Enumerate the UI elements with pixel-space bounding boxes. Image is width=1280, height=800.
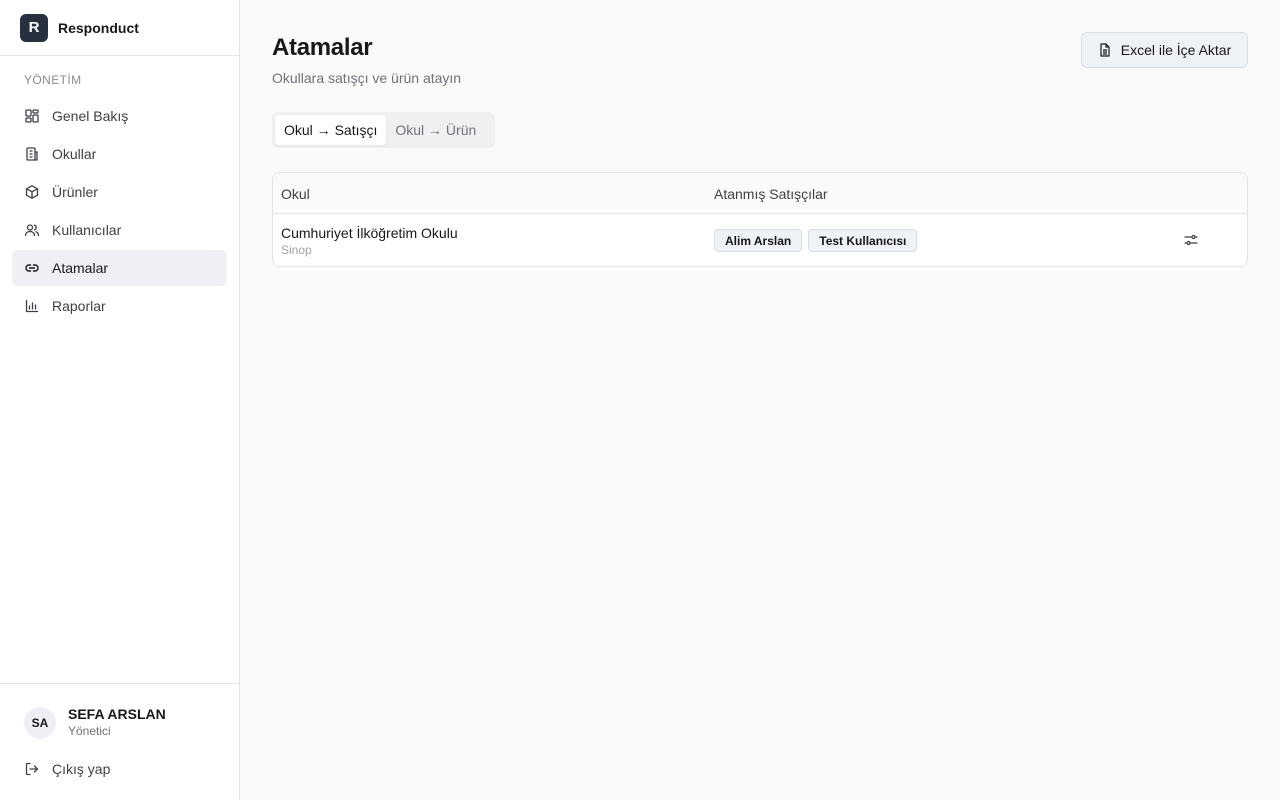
sidebar-item-label: Okullar <box>52 146 97 162</box>
avatar: SA <box>24 707 56 739</box>
sliders-icon <box>1184 234 1198 246</box>
user-name: SEFA ARSLAN <box>68 706 166 722</box>
main-content: Atamalar Okullara satışçı ve ürün atayın… <box>240 0 1280 800</box>
edit-assignment-button[interactable] <box>1181 230 1201 250</box>
package-icon <box>25 185 39 199</box>
dashboard-icon <box>25 109 39 123</box>
sidebar-item-schools[interactable]: Okullar <box>12 136 227 172</box>
bar-chart-icon <box>25 299 39 313</box>
user-profile[interactable]: SA SEFA ARSLAN Yönetici <box>24 706 166 740</box>
brand-name: Responduct <box>58 19 139 36</box>
logout-label: Çıkış yap <box>52 761 111 777</box>
column-header-salespeople: Atanmış Satışçılar <box>714 186 828 202</box>
column-header-school: Okul <box>281 186 310 202</box>
school-name: Cumhuriyet İlköğretim Okulu <box>281 225 458 241</box>
salesperson-badges: Alim Arslan Test Kullanıcısı <box>714 229 923 252</box>
logout-button[interactable]: Çıkış yap <box>24 761 110 777</box>
link-icon <box>25 264 39 272</box>
user-info: SEFA ARSLAN Yönetici <box>68 706 166 740</box>
tab-school-salesperson[interactable]: Okul → Satışçı <box>275 115 387 145</box>
salesperson-badge: Alim Arslan <box>714 229 803 252</box>
sidebar-item-label: Atamalar <box>52 260 109 276</box>
building-icon <box>26 147 38 161</box>
sidebar-item-reports[interactable]: Raporlar <box>12 288 227 324</box>
assignment-tabs: Okul → Satışçı Okul → Ürün <box>272 112 495 148</box>
sidebar-item-assignments[interactable]: Atamalar <box>12 250 227 286</box>
table-row: Cumhuriyet İlköğretim Okulu Sinop Alim A… <box>273 214 1247 266</box>
brand[interactable]: R Responduct <box>0 0 239 56</box>
page-title: Atamalar <box>272 34 373 61</box>
assignments-table: Okul Atanmış Satışçılar Cumhuriyet İlköğ… <box>272 172 1248 267</box>
salesperson-badge: Test Kullanıcısı <box>808 229 918 252</box>
tab-school-product[interactable]: Okul → Ürün <box>386 115 485 145</box>
sidebar-footer: SA SEFA ARSLAN Yönetici Çıkış yap <box>0 683 239 800</box>
table-header: Okul Atanmış Satışçılar <box>273 173 1247 214</box>
excel-import-label: Excel ile İçe Aktar <box>1120 42 1232 58</box>
logout-icon <box>25 762 39 776</box>
user-role: Yönetici <box>68 724 111 738</box>
school-city: Sinop <box>281 243 312 257</box>
users-icon <box>24 224 40 237</box>
sidebar-item-label: Ürünler <box>52 184 98 200</box>
nav-section-label: YÖNETİM <box>24 73 82 87</box>
sidebar-item-label: Kullanıcılar <box>52 222 122 238</box>
sidebar-item-users[interactable]: Kullanıcılar <box>12 212 227 248</box>
sidebar-item-label: Genel Bakış <box>52 108 129 124</box>
file-spreadsheet-icon <box>1100 43 1110 57</box>
sidebar-item-overview[interactable]: Genel Bakış <box>12 98 227 134</box>
excel-import-button[interactable]: Excel ile İçe Aktar <box>1081 32 1248 68</box>
sidebar: R Responduct YÖNETİM Genel Bakış Okullar… <box>0 0 240 800</box>
brand-logo: R <box>20 13 48 42</box>
sidebar-item-label: Raporlar <box>52 298 106 314</box>
sidebar-nav: Genel Bakış Okullar Ürünler Kullanıcılar <box>12 98 227 326</box>
sidebar-item-products[interactable]: Ürünler <box>12 174 227 210</box>
page-subtitle: Okullara satışçı ve ürün atayın <box>272 70 462 86</box>
